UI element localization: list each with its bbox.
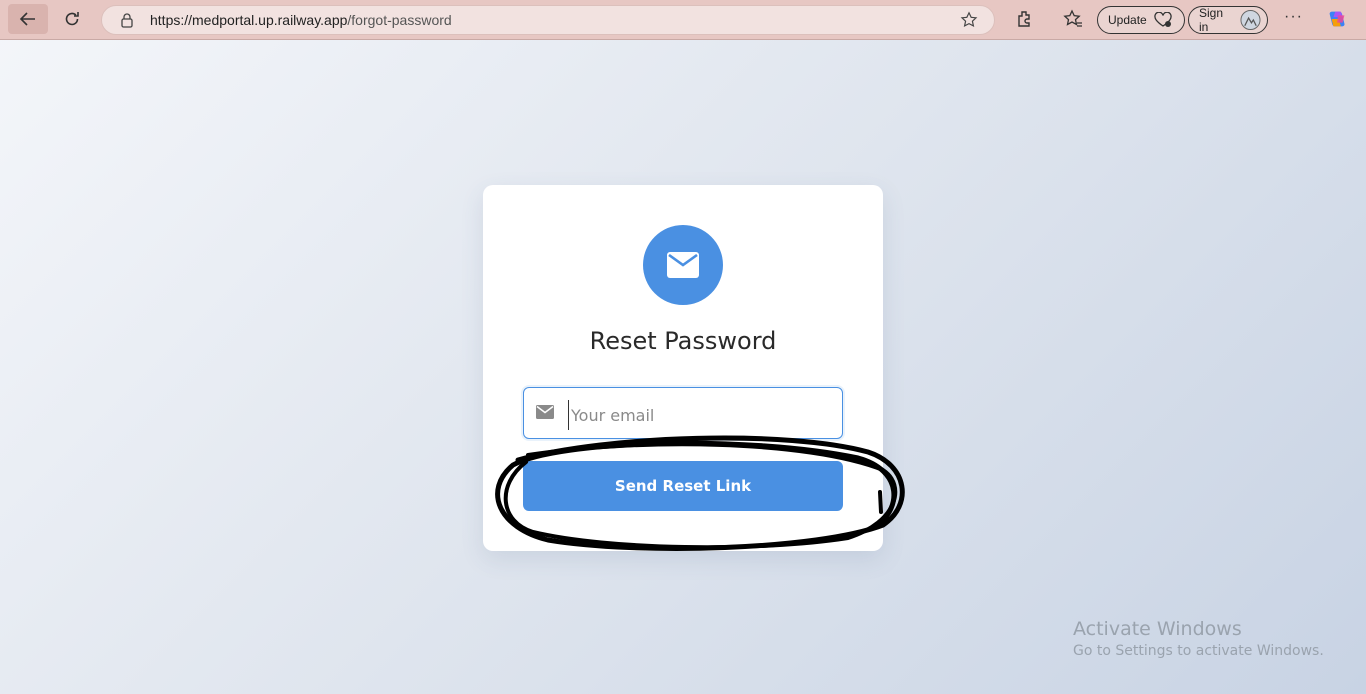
reload-button[interactable] (52, 4, 92, 34)
send-reset-link-button[interactable]: Send Reset Link (523, 461, 843, 511)
reset-password-card: Reset Password Send Reset Link (483, 185, 883, 551)
update-label: Update (1108, 13, 1147, 27)
watermark-title: Activate Windows (1073, 618, 1242, 640)
update-icon (1154, 12, 1172, 27)
email-field[interactable] (523, 387, 843, 439)
url-text[interactable]: https://medportal.up.railway.app/forgot-… (150, 12, 452, 28)
lock-icon[interactable] (120, 12, 134, 28)
email-input[interactable] (568, 400, 833, 430)
reload-icon (65, 12, 79, 26)
back-button[interactable] (8, 4, 48, 34)
copilot-icon[interactable] (1327, 8, 1349, 30)
envelope-icon (536, 405, 554, 419)
back-icon (19, 12, 35, 26)
page-title: Reset Password (589, 327, 777, 355)
address-bar[interactable]: https://medportal.up.railway.app/forgot-… (101, 5, 995, 35)
profile-icon (1240, 9, 1261, 31)
url-path: /forgot-password (347, 12, 452, 28)
url-host: https://medportal.up.railway.app (150, 12, 348, 28)
envelope-icon (667, 252, 699, 278)
browser-toolbar: https://medportal.up.railway.app/forgot-… (0, 0, 1366, 40)
sign-in-label: Sign in (1199, 6, 1224, 34)
envelope-badge (643, 225, 723, 305)
more-menu-button[interactable]: ··· (1284, 8, 1303, 26)
watermark-subtitle: Go to Settings to activate Windows. (1073, 643, 1324, 659)
sign-in-button[interactable]: Sign in (1188, 6, 1268, 34)
star-icon[interactable] (960, 11, 978, 29)
favorites-icon[interactable] (1063, 9, 1083, 29)
windows-activation-watermark: Activate Windows Go to Settings to activ… (1073, 618, 1324, 659)
extensions-icon[interactable] (1015, 9, 1035, 29)
update-button[interactable]: Update (1097, 6, 1185, 34)
